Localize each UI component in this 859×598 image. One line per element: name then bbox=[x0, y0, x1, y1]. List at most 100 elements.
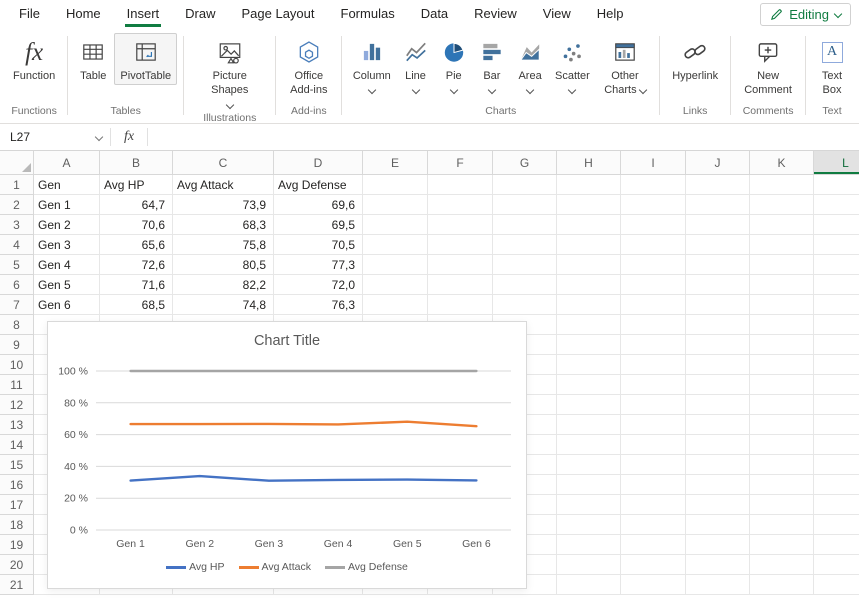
cell-K20[interactable] bbox=[750, 555, 814, 575]
cell-F2[interactable] bbox=[428, 195, 493, 215]
cell-H12[interactable] bbox=[557, 395, 621, 415]
cell-I20[interactable] bbox=[621, 555, 686, 575]
column-header-G[interactable]: G bbox=[493, 151, 557, 175]
row-header-13[interactable]: 13 bbox=[0, 415, 34, 435]
cell-K9[interactable] bbox=[750, 335, 814, 355]
cell-A2[interactable]: Gen 1 bbox=[34, 195, 100, 215]
cell-F4[interactable] bbox=[428, 235, 493, 255]
cell-L5[interactable] bbox=[814, 255, 859, 275]
cell-L4[interactable] bbox=[814, 235, 859, 255]
cell-H3[interactable] bbox=[557, 215, 621, 235]
cell-C5[interactable]: 80,5 bbox=[173, 255, 274, 275]
cell-A1[interactable]: Gen bbox=[34, 175, 100, 195]
tab-help[interactable]: Help bbox=[584, 0, 637, 28]
cell-K12[interactable] bbox=[750, 395, 814, 415]
cell-E5[interactable] bbox=[363, 255, 428, 275]
cell-D5[interactable]: 77,3 bbox=[274, 255, 363, 275]
cell-I21[interactable] bbox=[621, 575, 686, 595]
column-header-I[interactable]: I bbox=[621, 151, 686, 175]
cell-L20[interactable] bbox=[814, 555, 859, 575]
cell-L12[interactable] bbox=[814, 395, 859, 415]
row-header-3[interactable]: 3 bbox=[0, 215, 34, 235]
line-chart-button[interactable]: Line bbox=[397, 33, 433, 95]
cell-C7[interactable]: 74,8 bbox=[173, 295, 274, 315]
row-header-10[interactable]: 10 bbox=[0, 355, 34, 375]
cell-L17[interactable] bbox=[814, 495, 859, 515]
cell-J10[interactable] bbox=[686, 355, 750, 375]
cell-F3[interactable] bbox=[428, 215, 493, 235]
cell-H17[interactable] bbox=[557, 495, 621, 515]
cell-A6[interactable]: Gen 5 bbox=[34, 275, 100, 295]
picture-shapes-button[interactable]: Picture Shapes bbox=[190, 33, 269, 110]
cell-L15[interactable] bbox=[814, 455, 859, 475]
cell-K11[interactable] bbox=[750, 375, 814, 395]
cell-L8[interactable] bbox=[814, 315, 859, 335]
cell-H20[interactable] bbox=[557, 555, 621, 575]
cell-K15[interactable] bbox=[750, 455, 814, 475]
text-box-button[interactable]: A Text Box bbox=[812, 33, 852, 100]
cell-K2[interactable] bbox=[750, 195, 814, 215]
cell-C2[interactable]: 73,9 bbox=[173, 195, 274, 215]
chart-legend[interactable]: Avg HPAvg AttackAvg Defense bbox=[48, 558, 526, 573]
cell-H10[interactable] bbox=[557, 355, 621, 375]
cell-A7[interactable]: Gen 6 bbox=[34, 295, 100, 315]
cell-C3[interactable]: 68,3 bbox=[173, 215, 274, 235]
cell-K17[interactable] bbox=[750, 495, 814, 515]
cell-C4[interactable]: 75,8 bbox=[173, 235, 274, 255]
embedded-chart[interactable]: Chart Title 0 %20 %40 %60 %80 %100 %Gen … bbox=[47, 321, 527, 589]
cell-D3[interactable]: 69,5 bbox=[274, 215, 363, 235]
cell-E7[interactable] bbox=[363, 295, 428, 315]
cell-L13[interactable] bbox=[814, 415, 859, 435]
cell-H2[interactable] bbox=[557, 195, 621, 215]
cell-H21[interactable] bbox=[557, 575, 621, 595]
cell-B6[interactable]: 71,6 bbox=[100, 275, 173, 295]
cell-H15[interactable] bbox=[557, 455, 621, 475]
cell-D4[interactable]: 70,5 bbox=[274, 235, 363, 255]
row-header-19[interactable]: 19 bbox=[0, 535, 34, 555]
cell-D6[interactable]: 72,0 bbox=[274, 275, 363, 295]
other-charts-button[interactable]: Other Charts bbox=[597, 33, 654, 100]
cell-I2[interactable] bbox=[621, 195, 686, 215]
cell-I18[interactable] bbox=[621, 515, 686, 535]
cell-K4[interactable] bbox=[750, 235, 814, 255]
cell-K19[interactable] bbox=[750, 535, 814, 555]
cell-E2[interactable] bbox=[363, 195, 428, 215]
cell-H1[interactable] bbox=[557, 175, 621, 195]
cell-B4[interactable]: 65,6 bbox=[100, 235, 173, 255]
row-header-8[interactable]: 8 bbox=[0, 315, 34, 335]
row-header-20[interactable]: 20 bbox=[0, 555, 34, 575]
cell-I3[interactable] bbox=[621, 215, 686, 235]
cell-K16[interactable] bbox=[750, 475, 814, 495]
cell-H7[interactable] bbox=[557, 295, 621, 315]
cell-B2[interactable]: 64,7 bbox=[100, 195, 173, 215]
cell-F1[interactable] bbox=[428, 175, 493, 195]
row-header-11[interactable]: 11 bbox=[0, 375, 34, 395]
cell-K3[interactable] bbox=[750, 215, 814, 235]
cell-H9[interactable] bbox=[557, 335, 621, 355]
column-header-F[interactable]: F bbox=[428, 151, 493, 175]
tab-formulas[interactable]: Formulas bbox=[328, 0, 408, 28]
cell-A3[interactable]: Gen 2 bbox=[34, 215, 100, 235]
table-button[interactable]: Table bbox=[74, 33, 112, 85]
row-header-17[interactable]: 17 bbox=[0, 495, 34, 515]
cell-L9[interactable] bbox=[814, 335, 859, 355]
cell-J16[interactable] bbox=[686, 475, 750, 495]
cell-H18[interactable] bbox=[557, 515, 621, 535]
area-chart-button[interactable]: Area bbox=[512, 33, 548, 95]
bar-chart-button[interactable]: Bar bbox=[474, 33, 510, 95]
cell-I12[interactable] bbox=[621, 395, 686, 415]
cell-K21[interactable] bbox=[750, 575, 814, 595]
cell-L11[interactable] bbox=[814, 375, 859, 395]
cell-I11[interactable] bbox=[621, 375, 686, 395]
cell-I16[interactable] bbox=[621, 475, 686, 495]
cell-J18[interactable] bbox=[686, 515, 750, 535]
cell-L10[interactable] bbox=[814, 355, 859, 375]
cell-G6[interactable] bbox=[493, 275, 557, 295]
cell-E6[interactable] bbox=[363, 275, 428, 295]
cell-L14[interactable] bbox=[814, 435, 859, 455]
cell-D1[interactable]: Avg Defense bbox=[274, 175, 363, 195]
cell-F7[interactable] bbox=[428, 295, 493, 315]
cell-H19[interactable] bbox=[557, 535, 621, 555]
cell-F6[interactable] bbox=[428, 275, 493, 295]
cell-D7[interactable]: 76,3 bbox=[274, 295, 363, 315]
